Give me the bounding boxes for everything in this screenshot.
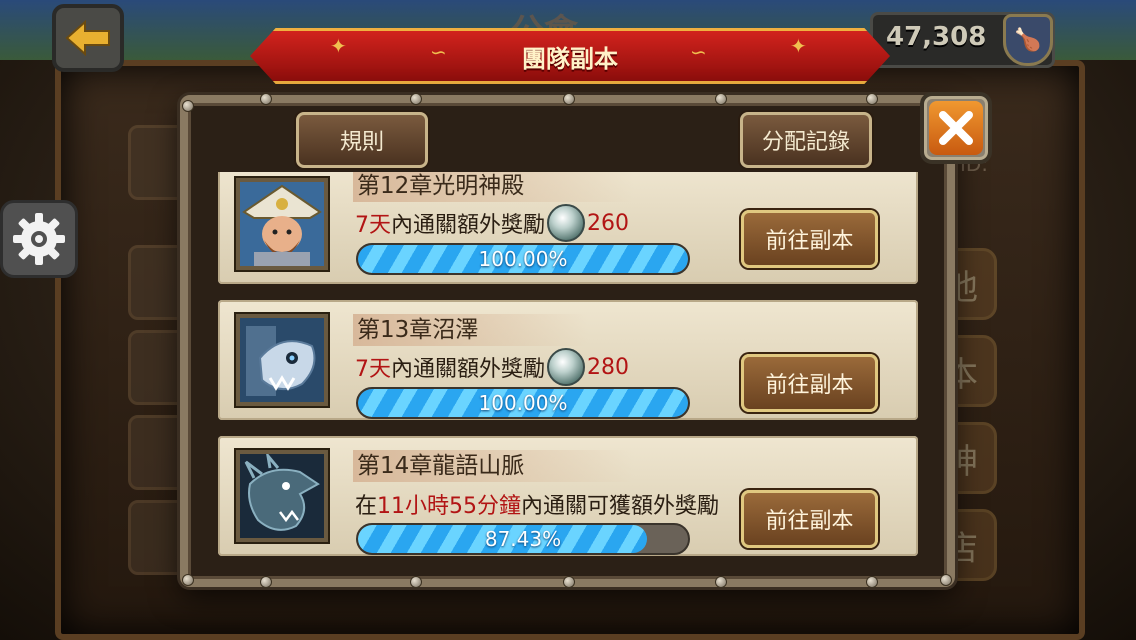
rivet: [410, 576, 422, 588]
chapter-list[interactable]: 第12章光明神殿 7天 內通關額外獎勵 260 100.00% 前往副本 第13…: [218, 172, 918, 567]
reward-text: 內通關額外獎勵: [391, 357, 546, 382]
rivet: [866, 93, 878, 105]
rivet: [715, 576, 727, 588]
rivet: [866, 576, 878, 588]
chapter-title: 第14章龍語山脈: [353, 450, 635, 482]
pirate-captain-portrait: [236, 178, 328, 270]
gear-icon: [13, 213, 65, 265]
chapter-row: 第14章龍語山脈 在 11小時55分鐘 內通關可獲額外獎勵 87.43% 前往副…: [218, 436, 918, 556]
rivet: [260, 93, 272, 105]
rivet: [182, 100, 194, 112]
rivet: [260, 576, 272, 588]
rivet: [410, 93, 422, 105]
distribution-records-button[interactable]: 分配記錄: [740, 112, 872, 168]
go-to-raid-button[interactable]: 前往副本: [741, 210, 878, 268]
reward-text: 內通關可獲額外獎勵: [521, 494, 720, 519]
go-to-raid-button[interactable]: 前往副本: [741, 354, 878, 412]
rivet: [182, 574, 194, 586]
progress-text: 100.00%: [478, 391, 568, 415]
rivet: [940, 574, 952, 586]
reward-line: 7天 內通關額外獎勵 260: [355, 204, 629, 242]
bone-dragon-portrait: [236, 314, 328, 406]
chapter-row: 第12章光明神殿 7天 內通關額外獎勵 260 100.00% 前往副本: [218, 172, 918, 284]
go-to-raid-button[interactable]: 前往副本: [741, 490, 878, 548]
arrow-left-icon: [65, 20, 110, 56]
gem-icon: [547, 348, 586, 386]
progress-bar: 87.43%: [356, 523, 690, 555]
reward-line: 7天 內通關額外獎勵 280: [355, 348, 629, 386]
chapter-title: 第13章沼澤: [353, 314, 589, 346]
back-button[interactable]: [52, 4, 124, 72]
rivet: [563, 576, 575, 588]
time-limit: 7天: [355, 357, 391, 382]
reward-amount: 280: [587, 354, 630, 380]
settings-button[interactable]: [0, 200, 78, 278]
reward-line: 在 11小時55分鐘 內通關可獲額外獎勵: [355, 488, 719, 520]
progress-bar: 100.00%: [356, 387, 690, 419]
drumstick-shield-icon: 🍗: [1003, 14, 1053, 66]
close-x-icon: [929, 101, 983, 155]
rivet: [715, 93, 727, 105]
time-remaining: 11小時55分鐘: [377, 494, 522, 519]
time-limit: 7天: [355, 213, 391, 238]
close-button[interactable]: [920, 92, 992, 164]
reward-text: 內通關額外獎勵: [391, 213, 546, 238]
chapter-title: 第12章光明神殿: [353, 172, 635, 202]
progress-text: 87.43%: [484, 527, 562, 551]
rivet: [563, 93, 575, 105]
progress-text: 100.00%: [478, 247, 568, 271]
rules-button[interactable]: 規則: [296, 112, 428, 168]
gem-icon: [547, 204, 586, 242]
reward-prefix: 在: [355, 494, 378, 519]
chapter-row: 第13章沼澤 7天 內通關額外獎勵 280 100.00% 前往副本: [218, 300, 918, 420]
coin-value: 47,308: [886, 22, 987, 52]
reward-amount: 260: [587, 210, 630, 236]
dragon-portrait: [236, 450, 328, 542]
progress-bar: 100.00%: [356, 243, 690, 275]
page-title: 團隊副本: [522, 44, 618, 73]
